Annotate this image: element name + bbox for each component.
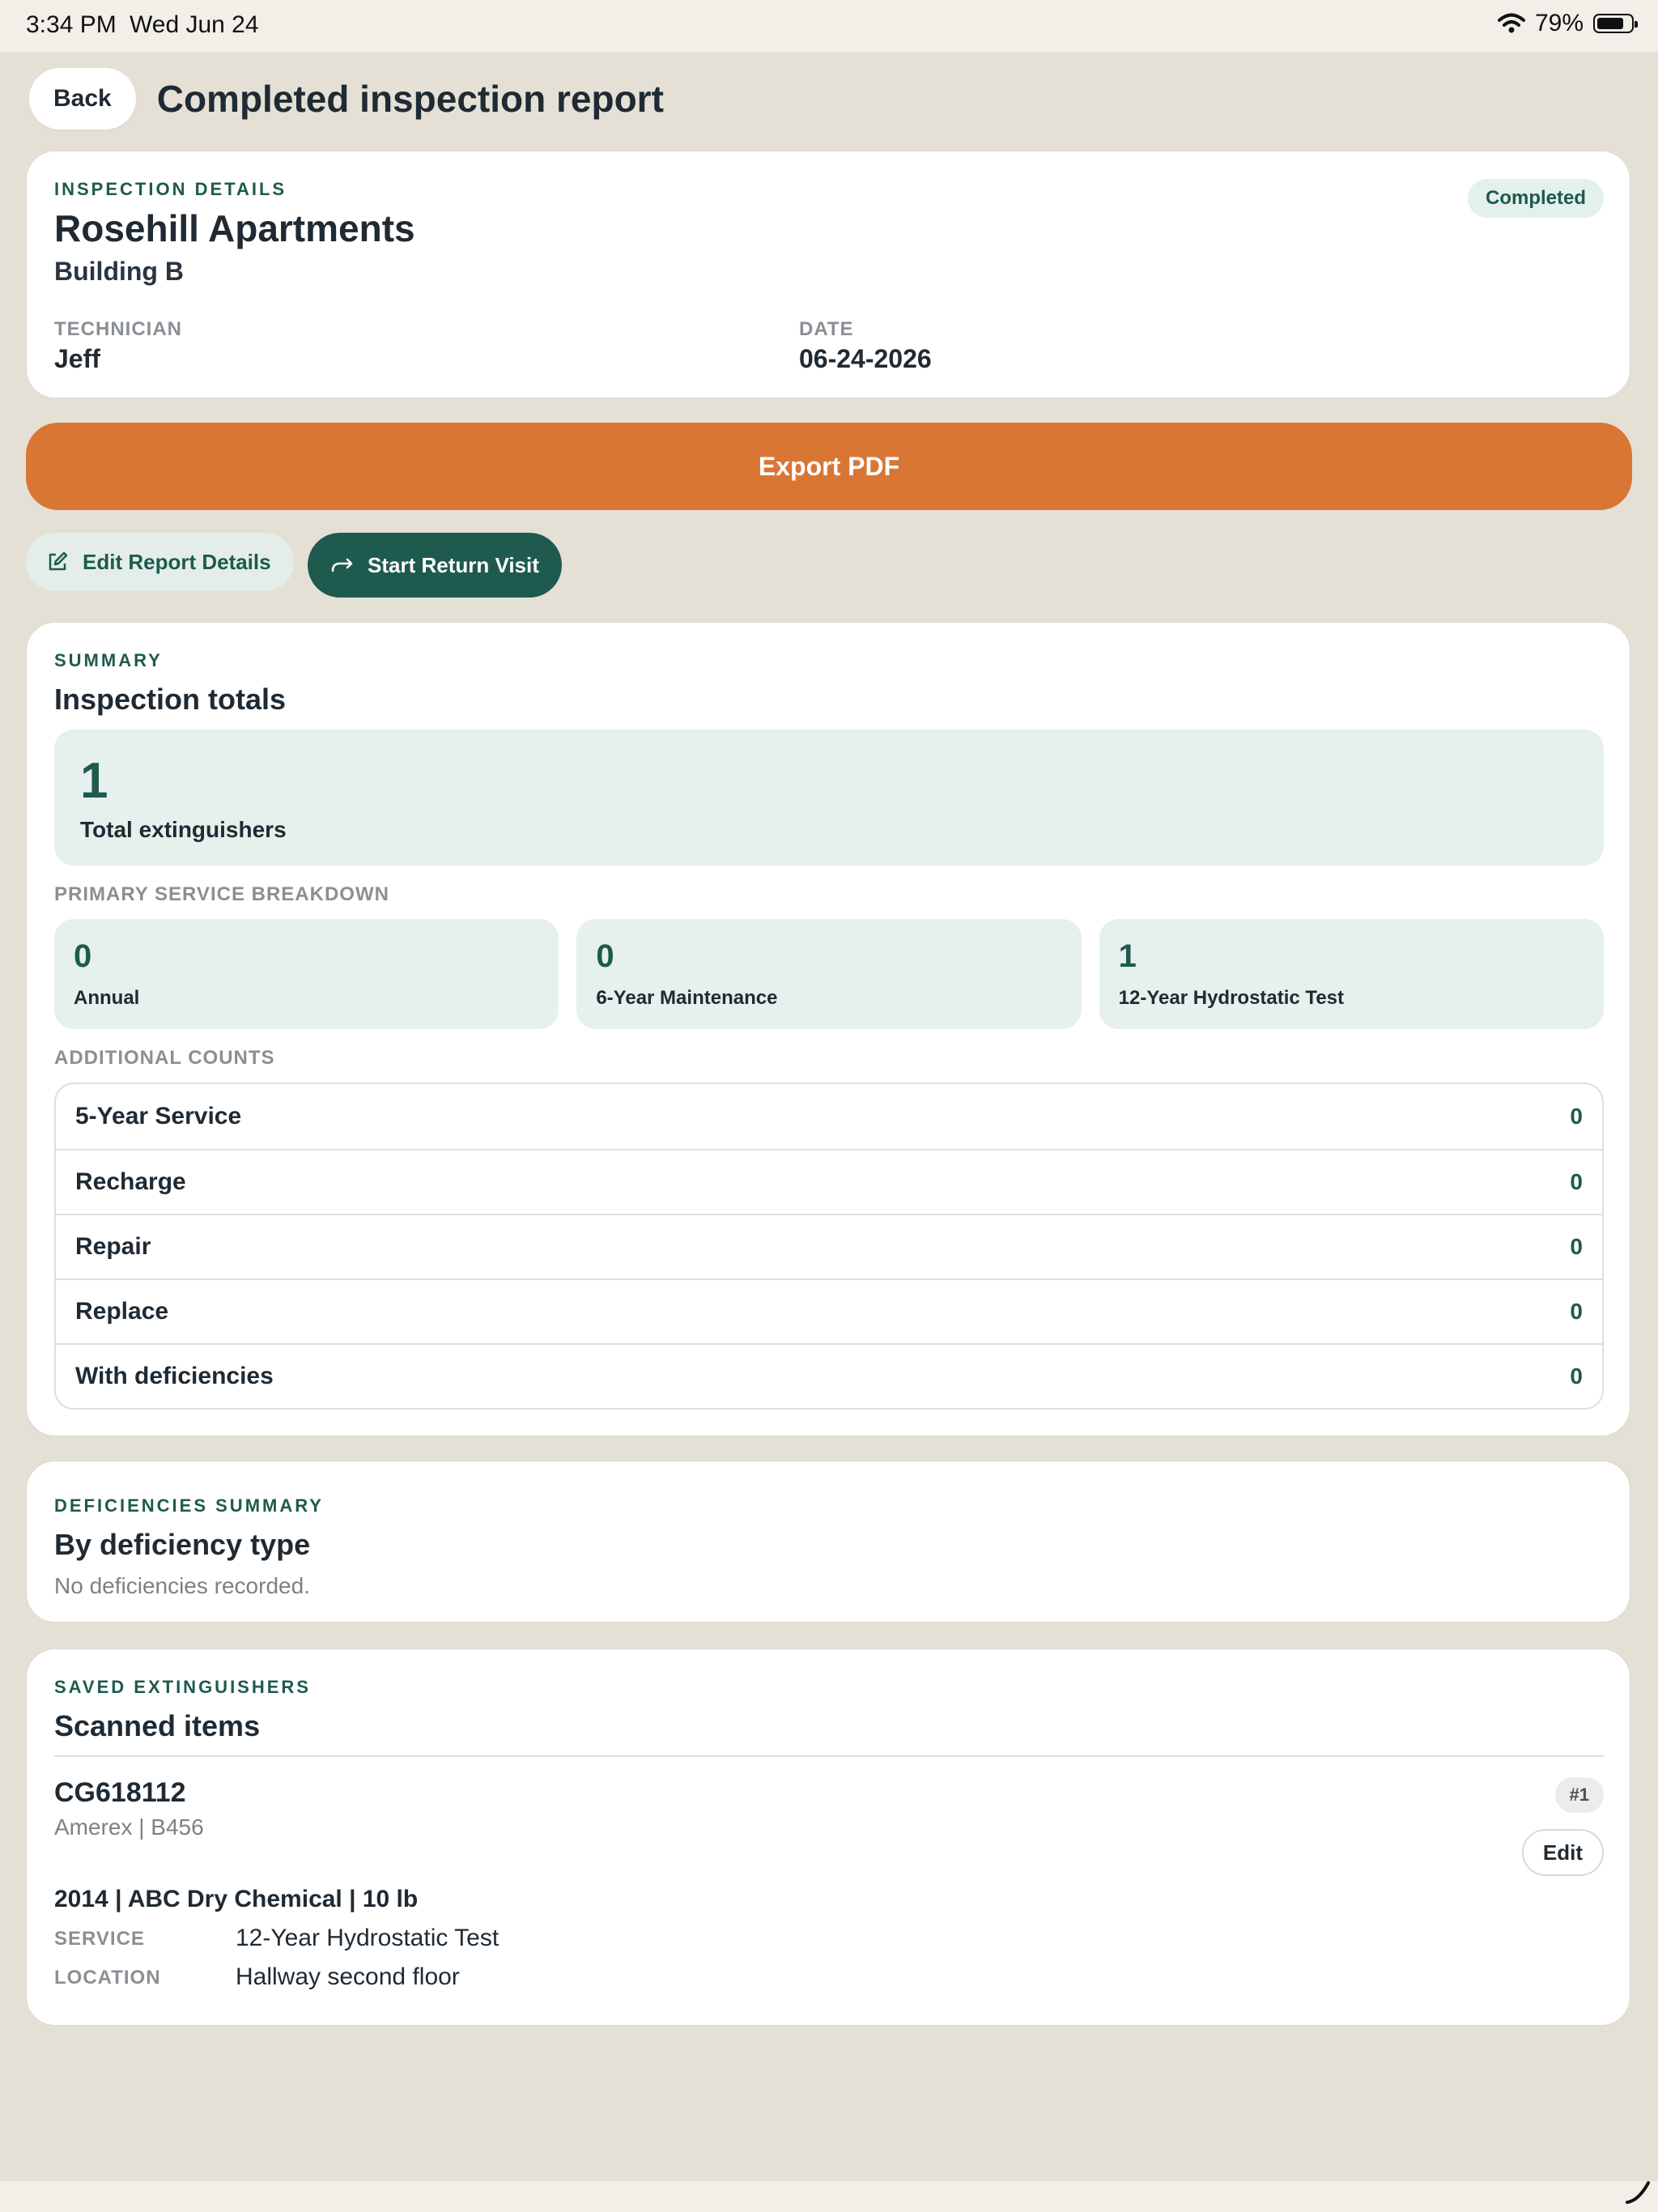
count-value: 0 [1570,1299,1583,1324]
additional-counts-table: 5-Year Service 0 Recharge 0 Repair 0 Rep… [54,1083,1604,1410]
details-eyebrow: INSPECTION DETAILS [54,179,287,199]
divider [54,1755,1604,1757]
count-value: 0 [1570,1104,1583,1129]
total-extinguishers-label: Total extinguishers [80,817,287,842]
battery-fill [1597,18,1623,29]
building-name: Building B [54,257,184,286]
inspection-details-card: INSPECTION DETAILS Rosehill Apartments B… [26,151,1630,398]
deficiencies-eyebrow: DEFICIENCIES SUMMARY [54,1495,324,1516]
status-bar: 3:34 PM Wed Jun 24 79% [0,0,1658,52]
extinguisher-serial: CG618112 [54,1777,186,1808]
breakdown-value: 0 [74,938,92,974]
count-value: 0 [1570,1234,1583,1259]
count-value: 0 [1570,1169,1583,1194]
extinguisher-specs: 2014 | ABC Dry Chemical | 10 lb [54,1886,419,1912]
count-label: With deficiencies [75,1363,274,1389]
technician-label: TECHNICIAN [54,318,182,340]
location-value: Hallway second floor [236,1963,460,1990]
summary-heading: Inspection totals [54,683,287,716]
count-value: 0 [1570,1363,1583,1389]
start-return-visit-label: Start Return Visit [368,552,539,577]
count-row: Replace 0 [56,1278,1602,1343]
status-badge: Completed [1467,179,1604,218]
edit-extinguisher-button[interactable]: Edit [1521,1829,1604,1876]
no-deficiencies-text: No deficiencies recorded. [54,1573,310,1598]
count-label: Repair [75,1233,151,1260]
breakdown-tile-12-year: 1 12-Year Hydrostatic Test [1099,919,1604,1029]
service-label: SERVICE [54,1928,145,1950]
location-label: LOCATION [54,1967,161,1989]
count-row: 5-Year Service 0 [56,1084,1602,1149]
site-name: Rosehill Apartments [54,207,415,249]
battery-percent: 79% [1534,10,1584,36]
total-extinguishers-value: 1 [80,753,108,809]
saved-extinguishers-card: SAVED EXTINGUISHERS Scanned items CG6181… [26,1648,1630,2026]
bottom-bar [0,2181,1658,2212]
pencil-indicator-icon [1626,2181,1650,2204]
status-time: 3:34 PM [26,11,117,38]
back-button[interactable]: Back [29,68,136,130]
count-label: Recharge [75,1168,186,1195]
count-label: 5-Year Service [75,1103,242,1129]
breakdown-tile-annual: 0 Annual [54,919,559,1029]
deficiencies-card: DEFICIENCIES SUMMARY By deficiency type … [26,1461,1630,1623]
total-extinguishers-tile: 1 Total extinguishers [54,730,1604,866]
count-label: Replace [75,1298,169,1325]
service-value: 12-Year Hydrostatic Test [236,1925,500,1951]
edit-report-details-label: Edit Report Details [83,549,271,574]
technician-value: Jeff [54,344,100,373]
export-pdf-button[interactable]: Export PDF [26,423,1632,510]
date-label: DATE [799,318,854,340]
saved-heading: Scanned items [54,1709,261,1742]
count-row: Repair 0 [56,1214,1602,1278]
edit-icon [49,551,68,571]
edit-report-details-button[interactable]: Edit Report Details [26,533,294,591]
breakdown-label-text: 6-Year Maintenance [596,987,778,1009]
deficiencies-heading: By deficiency type [54,1528,311,1561]
wifi-icon [1497,13,1525,33]
start-return-visit-button[interactable]: Start Return Visit [308,533,562,598]
count-row: With deficiencies 0 [56,1343,1602,1408]
date-value: 06-24-2026 [799,344,932,373]
header: Back Completed inspection report [29,68,664,130]
summary-card: SUMMARY Inspection totals 1 Total exting… [26,622,1630,1436]
extinguisher-make-model: Amerex | B456 [54,1814,204,1840]
breakdown-value: 0 [596,938,614,974]
battery-icon [1593,14,1638,33]
status-date: Wed Jun 24 [130,11,259,38]
item-index-badge: #1 [1554,1777,1604,1813]
return-arrow-icon [331,558,353,572]
service-breakdown: 0 Annual 0 6-Year Maintenance 1 12-Year … [54,919,1604,1029]
page-title: Completed inspection report [156,78,664,120]
count-row: Recharge 0 [56,1149,1602,1214]
breakdown-tile-6-year: 0 6-Year Maintenance [576,919,1082,1029]
additional-counts-label: ADDITIONAL COUNTS [54,1047,275,1069]
summary-eyebrow: SUMMARY [54,650,163,670]
breakdown-label-text: 12-Year Hydrostatic Test [1118,987,1344,1009]
breakdown-value: 1 [1118,938,1137,974]
saved-eyebrow: SAVED EXTINGUISHERS [54,1677,311,1697]
breakdown-label-text: Annual [74,987,140,1009]
breakdown-label: PRIMARY SERVICE BREAKDOWN [54,883,389,905]
status-right: 79% [1497,10,1638,37]
